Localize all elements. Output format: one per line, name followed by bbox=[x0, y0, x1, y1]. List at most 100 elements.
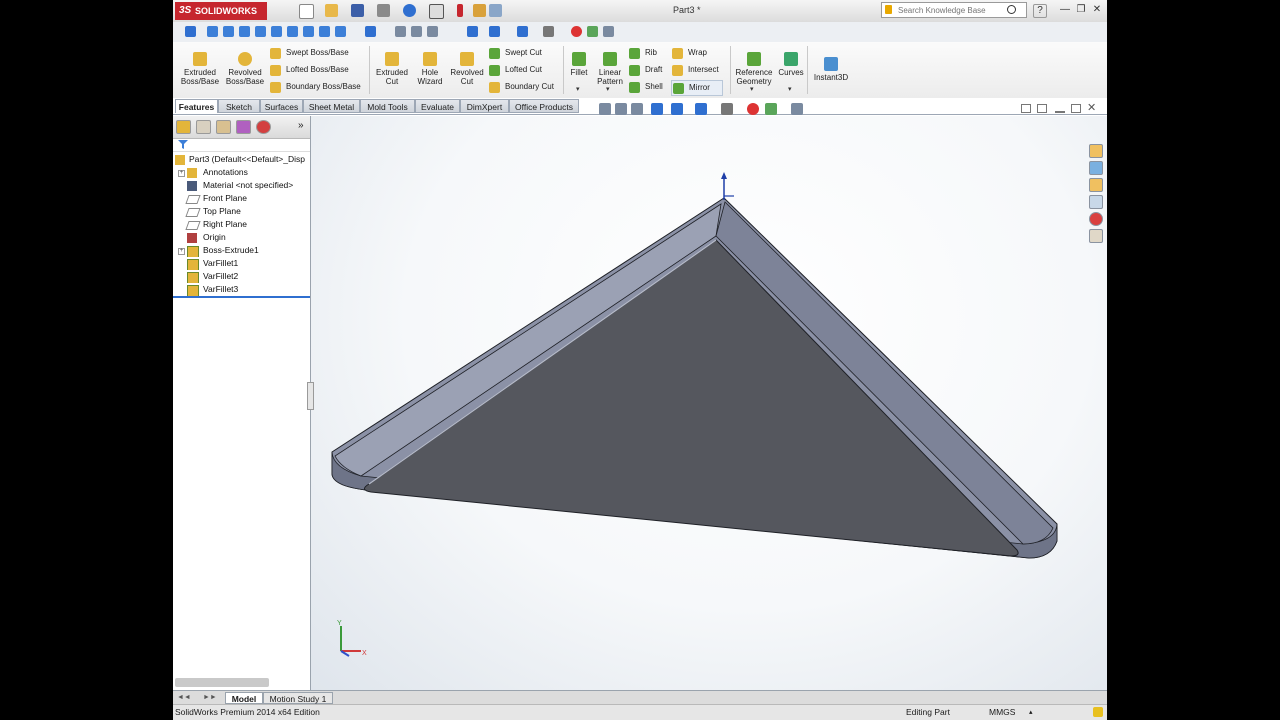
configuration-manager-tab-icon[interactable] bbox=[216, 120, 231, 134]
view-palette-icon[interactable] bbox=[1089, 195, 1103, 209]
panel-splitter[interactable] bbox=[307, 382, 314, 410]
graphics-area[interactable]: Y X bbox=[311, 116, 1107, 690]
zoom-to-fit-icon[interactable] bbox=[599, 103, 611, 115]
viewport-split-icon[interactable] bbox=[1037, 104, 1047, 113]
tree-item[interactable]: VarFillet2 bbox=[173, 270, 310, 283]
scroll-last-icon[interactable]: ►► bbox=[203, 694, 217, 701]
tab-sketch[interactable]: Sketch bbox=[218, 99, 260, 113]
tree-item[interactable]: VarFillet3 bbox=[173, 283, 310, 296]
tree-item[interactable]: + Annotations bbox=[173, 166, 310, 179]
view-top-icon[interactable] bbox=[271, 26, 282, 37]
view-dimetric-icon[interactable] bbox=[335, 26, 346, 37]
expand-panel-icon[interactable]: » bbox=[298, 120, 304, 131]
tree-item[interactable]: Front Plane bbox=[173, 192, 310, 205]
hole-wizard-button[interactable]: Hole Wizard bbox=[413, 48, 447, 86]
view-left-icon[interactable] bbox=[239, 26, 250, 37]
boundary-boss-button[interactable]: Boundary Boss/Base bbox=[269, 80, 361, 94]
knowledge-base-search[interactable] bbox=[881, 2, 1027, 18]
save-icon[interactable] bbox=[351, 4, 364, 17]
tab-features[interactable]: Features bbox=[175, 99, 218, 113]
tree-item[interactable]: Part3 (Default<<Default>_Disp bbox=[173, 153, 310, 166]
view-back-icon[interactable] bbox=[223, 26, 234, 37]
mirror-button[interactable]: Mirror bbox=[671, 80, 723, 96]
view-right-icon[interactable] bbox=[255, 26, 266, 37]
sketch-pen-icon[interactable] bbox=[365, 26, 376, 37]
fillet-button[interactable]: Fillet bbox=[566, 48, 592, 77]
swept-boss-button[interactable]: Swept Boss/Base bbox=[269, 46, 349, 60]
section-view-icon[interactable] bbox=[467, 26, 478, 37]
feature-filter[interactable] bbox=[173, 138, 310, 152]
intersect-button[interactable]: Intersect bbox=[671, 63, 719, 77]
extruded-boss-button[interactable]: Extruded Boss/Base bbox=[178, 48, 222, 86]
boundary-cut-button[interactable]: Boundary Cut bbox=[488, 80, 554, 94]
close-button[interactable]: ✕ bbox=[1091, 4, 1103, 16]
view-settings-icon[interactable] bbox=[791, 103, 803, 115]
status-units[interactable]: MMGS bbox=[989, 705, 1015, 720]
reference-geometry-button[interactable]: Reference Geometry bbox=[733, 48, 775, 86]
zoom-fit-icon[interactable] bbox=[395, 26, 406, 37]
hide-show-icon[interactable] bbox=[543, 26, 554, 37]
extruded-cut-button[interactable]: Extruded Cut bbox=[373, 48, 411, 86]
revolved-cut-button[interactable]: Revolved Cut bbox=[449, 48, 485, 86]
wrap-button[interactable]: Wrap bbox=[671, 46, 707, 60]
view-settings-icon[interactable] bbox=[603, 26, 614, 37]
viewport-tile-icon[interactable] bbox=[1021, 104, 1031, 113]
expand-toggle-icon[interactable]: + bbox=[178, 248, 185, 255]
linear-pattern-button[interactable]: Linear Pattern bbox=[593, 48, 627, 86]
previous-view-icon[interactable] bbox=[631, 103, 643, 115]
zoom-to-area-icon[interactable] bbox=[615, 103, 627, 115]
curves-dropdown-icon[interactable]: ▾ bbox=[788, 85, 792, 93]
lofted-cut-button[interactable]: Lofted Cut bbox=[488, 63, 542, 77]
tab-evaluate[interactable]: Evaluate bbox=[415, 99, 460, 113]
solidworks-resources-icon[interactable] bbox=[1089, 144, 1103, 158]
tree-item[interactable]: Top Plane bbox=[173, 205, 310, 218]
options-icon[interactable] bbox=[489, 4, 502, 17]
curves-button[interactable]: Curves bbox=[777, 48, 805, 77]
units-dropdown-icon[interactable]: ▴ bbox=[1029, 705, 1033, 720]
swept-cut-button[interactable]: Swept Cut bbox=[488, 46, 542, 60]
zoom-area-icon[interactable] bbox=[411, 26, 422, 37]
view-bottom-icon[interactable] bbox=[287, 26, 298, 37]
new-document-icon[interactable] bbox=[299, 4, 314, 19]
view-trimetric-icon[interactable] bbox=[319, 26, 330, 37]
fillet-dropdown-icon[interactable]: ▾ bbox=[576, 85, 580, 93]
tab-motion-study[interactable]: Motion Study 1 bbox=[263, 692, 333, 704]
zoom-previous-icon[interactable] bbox=[427, 26, 438, 37]
tree-item[interactable]: + Boss-Extrude1 bbox=[173, 244, 310, 257]
tab-mold-tools[interactable]: Mold Tools bbox=[360, 99, 415, 113]
tab-dimxpert[interactable]: DimXpert bbox=[460, 99, 509, 113]
minimize-button[interactable]: — bbox=[1059, 4, 1071, 16]
dimxpert-manager-tab-icon[interactable] bbox=[236, 120, 251, 134]
view-orientation-icon[interactable] bbox=[671, 103, 683, 115]
select-icon[interactable] bbox=[429, 4, 444, 19]
tree-item[interactable]: VarFillet1 bbox=[173, 257, 310, 270]
rebuild-status-icon[interactable] bbox=[1093, 707, 1103, 717]
instant3d-button[interactable]: Instant3D bbox=[811, 53, 851, 82]
display-manager-tab-icon[interactable] bbox=[256, 120, 271, 134]
search-input[interactable] bbox=[898, 4, 1008, 16]
solidworks-logo[interactable]: 3S SOLIDWORKS bbox=[175, 2, 267, 20]
section-view-icon[interactable] bbox=[651, 103, 663, 115]
reference-geometry-dropdown-icon[interactable]: ▾ bbox=[750, 85, 754, 93]
lofted-boss-button[interactable]: Lofted Boss/Base bbox=[269, 63, 349, 77]
scroll-first-icon[interactable]: ◄◄ bbox=[177, 694, 191, 701]
undo-icon[interactable] bbox=[403, 4, 416, 17]
help-button[interactable]: ? bbox=[1033, 4, 1047, 18]
search-icon[interactable] bbox=[1007, 5, 1016, 14]
tab-model[interactable]: Model bbox=[225, 692, 263, 704]
file-properties-icon[interactable] bbox=[473, 4, 486, 17]
tab-sheet-metal[interactable]: Sheet Metal bbox=[303, 99, 360, 113]
restore-button[interactable]: ❐ bbox=[1075, 4, 1087, 16]
file-explorer-icon[interactable] bbox=[1089, 178, 1103, 192]
display-style-icon[interactable] bbox=[517, 26, 528, 37]
custom-properties-icon[interactable] bbox=[1089, 229, 1103, 243]
display-style-icon[interactable] bbox=[695, 103, 707, 115]
shell-button[interactable]: Shell bbox=[628, 80, 663, 94]
property-manager-tab-icon[interactable] bbox=[196, 120, 211, 134]
scene-icon[interactable] bbox=[587, 26, 598, 37]
feature-manager-tab-icon[interactable] bbox=[176, 120, 191, 134]
pattern-dropdown-icon[interactable]: ▾ bbox=[606, 85, 610, 93]
apply-scene-icon[interactable] bbox=[765, 103, 777, 115]
tab-surfaces[interactable]: Surfaces bbox=[260, 99, 303, 113]
rollback-bar[interactable] bbox=[173, 296, 310, 298]
